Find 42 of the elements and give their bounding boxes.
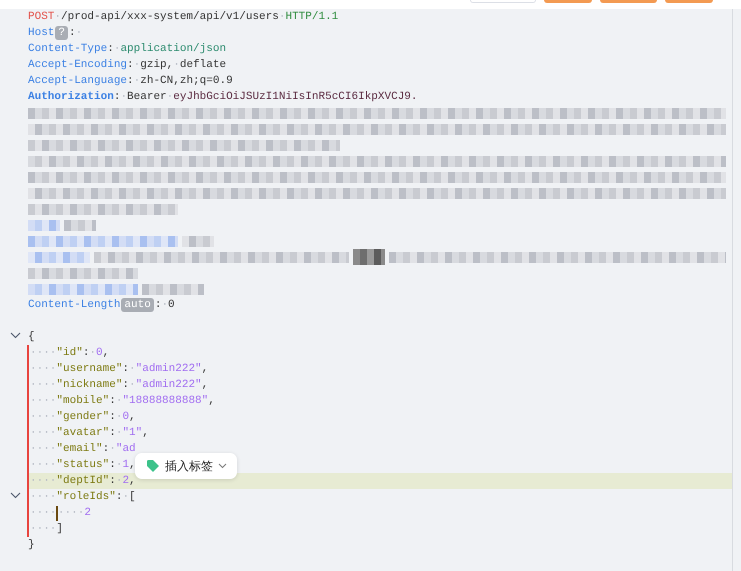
code-text: ····"email":·"ad — [30, 443, 136, 455]
redacted-text — [353, 249, 385, 265]
code-text: ····"roleIds":·[ — [30, 491, 136, 503]
code-text: Accept-Language:·zh-CN,zh;q=0.9 — [28, 75, 233, 87]
code-text: :· — [69, 27, 82, 39]
chevron-down-icon[interactable] — [10, 332, 21, 339]
code-text: ····2 — [58, 507, 91, 519]
redacted-text — [28, 252, 90, 262]
code-text: Content-Type:·application/json — [28, 43, 226, 55]
redacted-text — [64, 220, 96, 230]
code-text: Content-Length — [28, 299, 120, 311]
code-text: Authorization:·Bearer·eyJhbGciOiJSUzI1NiIsInR5cCI6IkpXVCJ9. — [28, 91, 418, 103]
code-text: ····"status":·1, — [30, 459, 136, 471]
code-text: ····"id":·0, — [30, 347, 110, 359]
code-text: POST·/prod-api/xxx-system/api/v1/users·HTTP/1.1 — [28, 11, 338, 23]
code-text: ···· — [30, 507, 56, 519]
code-text: ····] — [30, 523, 64, 535]
redacted-text — [142, 284, 204, 294]
toolbar-button[interactable] — [600, 0, 657, 3]
chevron-down-icon — [218, 463, 227, 469]
code-text: Accept-Encoding:·gzip,·deflate — [28, 59, 226, 71]
toolbar-button[interactable] — [470, 0, 536, 3]
hint-badge: ? — [55, 26, 68, 40]
tag-icon — [146, 459, 160, 473]
code-text: ····"username":·"admin222", — [30, 363, 208, 375]
code-text: Host — [28, 27, 54, 39]
code-text: { — [28, 331, 35, 343]
chevron-down-icon[interactable] — [10, 492, 21, 499]
insert-tag-button[interactable]: 插入标签 — [135, 453, 237, 479]
code-text: ····"nickname":·"admin222", — [30, 379, 208, 391]
redacted-text — [28, 220, 60, 230]
code-text: ····"mobile":·"18888888888", — [30, 395, 215, 407]
code-text: ····"avatar":·"1", — [30, 427, 149, 439]
hint-badge: auto — [121, 298, 154, 312]
text-cursor — [56, 506, 58, 520]
code-text: } — [28, 539, 35, 551]
redacted-text — [182, 236, 214, 246]
code-text: :·0 — [154, 299, 175, 311]
code-text: ····"deptId":·2, — [30, 475, 136, 487]
code-text: ····"gender":·0, — [30, 411, 136, 423]
toolbar-button[interactable] — [544, 0, 592, 3]
toolbar-button[interactable] — [665, 0, 713, 3]
